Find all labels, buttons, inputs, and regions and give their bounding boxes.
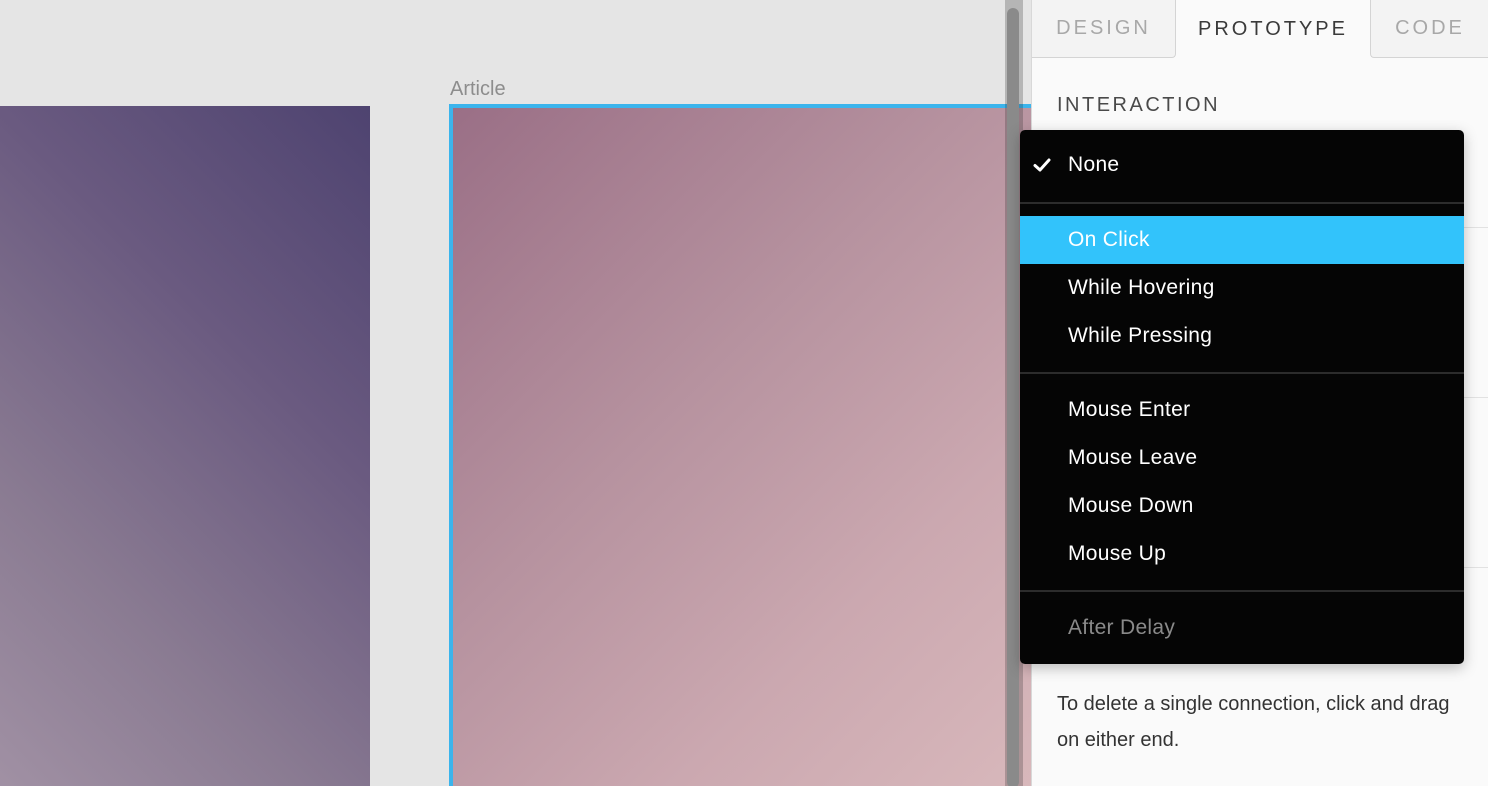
menu-item-after-delay: After Delay bbox=[1020, 604, 1464, 652]
inspector-tabs: DESIGN PROTOTYPE CODE bbox=[1032, 0, 1488, 58]
menu-item-mouse-leave[interactable]: Mouse Leave bbox=[1020, 434, 1464, 482]
menu-separator bbox=[1020, 372, 1464, 374]
menu-item-none[interactable]: None bbox=[1020, 141, 1464, 189]
menu-item-label: After Delay bbox=[1068, 616, 1176, 639]
tab-prototype[interactable]: PROTOTYPE bbox=[1176, 0, 1370, 58]
menu-item-mouse-up[interactable]: Mouse Up bbox=[1020, 530, 1464, 578]
artboard-article[interactable] bbox=[449, 104, 1031, 786]
checkmark-icon bbox=[1033, 158, 1051, 172]
artboard-label[interactable]: Article bbox=[450, 78, 506, 101]
menu-item-label: On Click bbox=[1068, 228, 1150, 251]
menu-item-while-pressing[interactable]: While Pressing bbox=[1020, 312, 1464, 360]
interaction-section-title: INTERACTION bbox=[1057, 94, 1221, 116]
help-text: To delete a single connection, click and… bbox=[1057, 693, 1450, 751]
menu-item-label: Mouse Down bbox=[1068, 494, 1194, 517]
menu-item-label: Mouse Enter bbox=[1068, 398, 1191, 421]
menu-item-label: Mouse Up bbox=[1068, 542, 1167, 565]
menu-separator bbox=[1020, 590, 1464, 592]
menu-item-label: None bbox=[1068, 153, 1120, 176]
menu-item-label: While Hovering bbox=[1068, 276, 1215, 299]
menu-item-while-hovering[interactable]: While Hovering bbox=[1020, 264, 1464, 312]
canvas-scrollbar-thumb[interactable] bbox=[1007, 8, 1019, 786]
tab-code[interactable]: CODE bbox=[1370, 0, 1488, 58]
menu-item-mouse-down[interactable]: Mouse Down bbox=[1020, 482, 1464, 530]
app-window: Article DESIGN PROTOTYPE CODE INTERACTIO… bbox=[0, 0, 1488, 786]
menu-item-on-click[interactable]: On Click bbox=[1020, 216, 1464, 264]
menu-item-label: While Pressing bbox=[1068, 324, 1213, 347]
interaction-trigger-menu: None On Click While Hovering While Press… bbox=[1020, 130, 1464, 664]
artboard-left[interactable] bbox=[0, 106, 370, 786]
menu-item-mouse-enter[interactable]: Mouse Enter bbox=[1020, 386, 1464, 434]
menu-item-label: Mouse Leave bbox=[1068, 446, 1198, 469]
design-canvas[interactable]: Article bbox=[0, 0, 1031, 786]
menu-separator bbox=[1020, 202, 1464, 204]
tab-design[interactable]: DESIGN bbox=[1032, 0, 1176, 58]
